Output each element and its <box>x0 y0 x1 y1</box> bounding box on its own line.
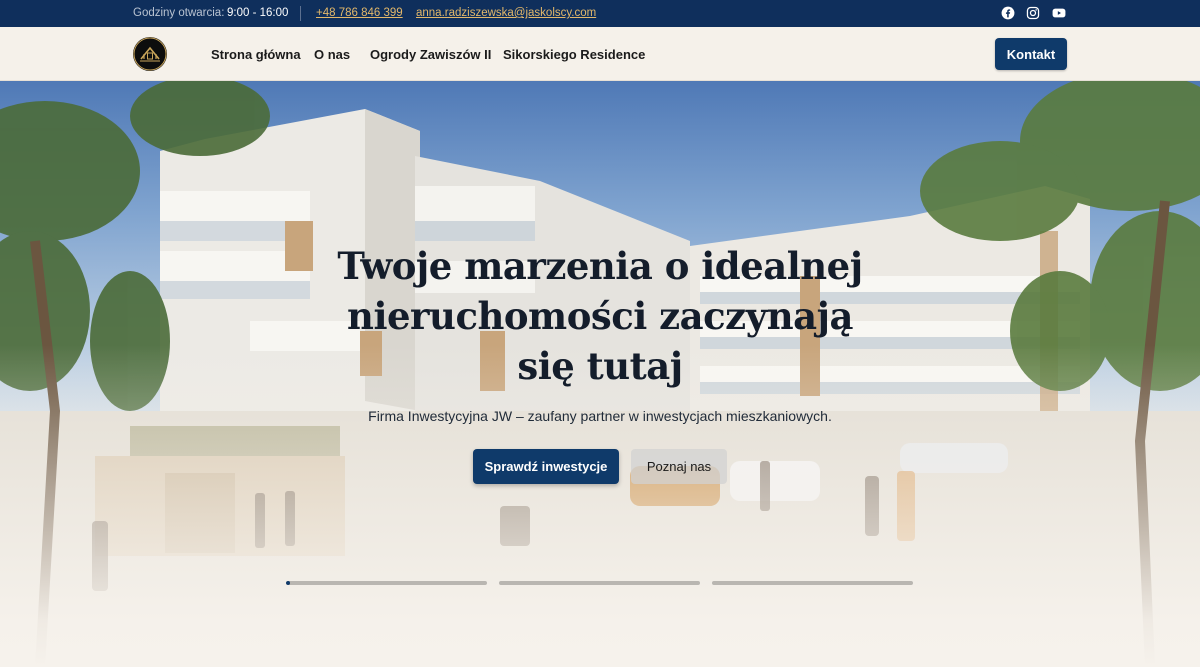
opening-hours-value: 9:00 - 16:00 <box>227 7 289 19</box>
slide-progress-1 <box>286 581 291 585</box>
hero-headline-line-1: Twoje marzenia o idealnej <box>337 244 863 288</box>
hero-headline-line-3: się tutaj <box>517 344 683 388</box>
instagram-icon[interactable] <box>1026 6 1040 20</box>
contact-button[interactable]: Kontakt <box>995 38 1067 70</box>
nav-link-home[interactable]: Strona główna <box>211 47 301 62</box>
nav-link-about[interactable]: O nas <box>314 47 350 62</box>
about-us-button[interactable]: Poznaj nas <box>631 449 727 484</box>
nav-link-sikorskiego-residence[interactable]: Sikorskiego Residence <box>503 47 645 62</box>
hero-headline: Twoje marzenia o idealnej nieruchomości … <box>300 241 900 391</box>
hero-headline-line-2: nieruchomości zaczynają <box>347 294 853 338</box>
slide-indicator-1[interactable] <box>286 581 487 585</box>
company-logo[interactable] <box>133 37 167 71</box>
hero-subtitle: Firma Inwestycyjna JW – zaufany partner … <box>368 408 832 424</box>
top-info-bar: Godziny otwarcia: 9:00 - 16:00 +48 786 8… <box>0 0 1200 27</box>
check-investments-button[interactable]: Sprawdź inwestycje <box>473 449 619 484</box>
slide-indicator-3[interactable] <box>712 581 913 585</box>
phone-link[interactable]: +48 786 846 399 <box>316 7 403 19</box>
opening-hours-label: Godziny otwarcia: <box>133 7 225 19</box>
youtube-icon[interactable] <box>1052 6 1066 20</box>
email-link[interactable]: anna.radziszewska@jaskolscy.com <box>416 7 596 19</box>
hero-slider: Twoje marzenia o idealnej nieruchomości … <box>0 81 1200 667</box>
main-navigation: Strona główna O nas Ogrody Zawiszów II S… <box>0 27 1200 81</box>
nav-link-ogrody-zawiszow[interactable]: Ogrody Zawiszów II <box>370 47 491 62</box>
topbar-divider <box>300 6 301 21</box>
facebook-icon[interactable] <box>1001 6 1015 20</box>
slide-indicator-2[interactable] <box>499 581 700 585</box>
